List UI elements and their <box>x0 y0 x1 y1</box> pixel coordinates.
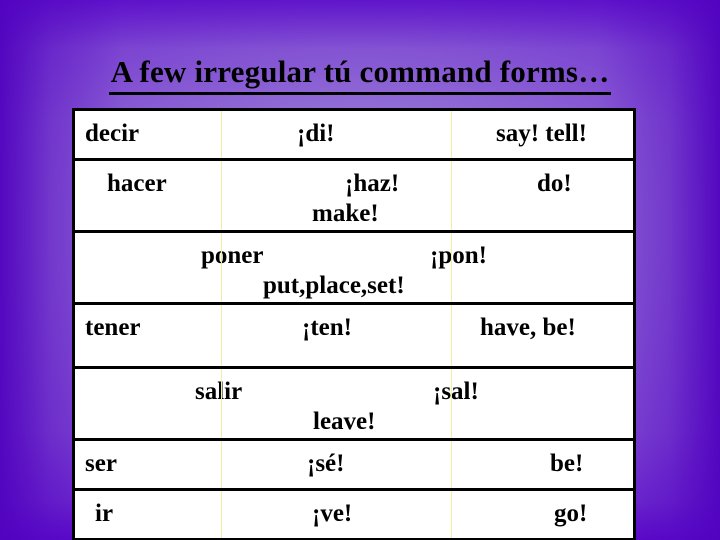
table-row: ser ¡sé! be! <box>75 441 633 491</box>
cell-infinitive: ser <box>85 450 117 477</box>
cell-infinitive: ir <box>95 500 114 527</box>
page-title-text: A few irregular tú command forms… <box>108 54 612 95</box>
page-title: A few irregular tú command forms… <box>0 54 720 95</box>
table-row: hacer ¡haz! do! make! <box>75 161 633 233</box>
cell-command: ¡sal! <box>433 378 479 405</box>
cell-english: do! <box>537 170 572 197</box>
cell-english: go! <box>554 500 588 527</box>
cell-infinitive: tener <box>85 314 141 341</box>
table-row-cells: salir ¡sal! leave! <box>75 369 633 438</box>
cell-infinitive: salir <box>195 378 243 405</box>
cell-command: ¡haz! <box>345 170 400 197</box>
cell-command: ¡di! <box>297 120 335 147</box>
cell-english: say! tell! <box>496 120 587 147</box>
table-row: tener ¡ten! have, be! <box>75 305 633 369</box>
table-row-cells: poner ¡pon! put,place,set! <box>75 233 633 302</box>
cell-infinitive: poner <box>201 242 264 269</box>
table-row-cells: ser ¡sé! be! <box>75 441 633 488</box>
cell-infinitive: decir <box>85 120 140 147</box>
cell-command: ¡pon! <box>430 242 487 269</box>
cell-command: ¡ve! <box>312 500 353 527</box>
table-row-cells: decir ¡di! say! tell! <box>75 111 633 158</box>
table-row: decir ¡di! say! tell! <box>75 111 633 161</box>
table-row: ir ¡ve! go! <box>75 491 633 540</box>
cell-english: have, be! <box>480 314 576 341</box>
slide-canvas: A few irregular tú command forms… decir … <box>0 0 720 540</box>
cell-command: ¡ten! <box>302 314 352 341</box>
table-row-cells: ir ¡ve! go! <box>75 491 633 538</box>
irregular-command-table: decir ¡di! say! tell! hacer ¡haz! do! ma… <box>72 108 636 540</box>
cell-english-second-line: leave! <box>313 408 376 435</box>
cell-infinitive: hacer <box>107 170 167 197</box>
cell-english: be! <box>550 450 584 477</box>
cell-english-second-line: put,place,set! <box>263 272 405 299</box>
cell-english-second-line: make! <box>312 200 379 227</box>
table-row-cells: tener ¡ten! have, be! <box>75 305 633 366</box>
table-row: poner ¡pon! put,place,set! <box>75 233 633 305</box>
table-row-cells: hacer ¡haz! do! make! <box>75 161 633 230</box>
table-row: salir ¡sal! leave! <box>75 369 633 441</box>
cell-command: ¡sé! <box>307 450 345 477</box>
